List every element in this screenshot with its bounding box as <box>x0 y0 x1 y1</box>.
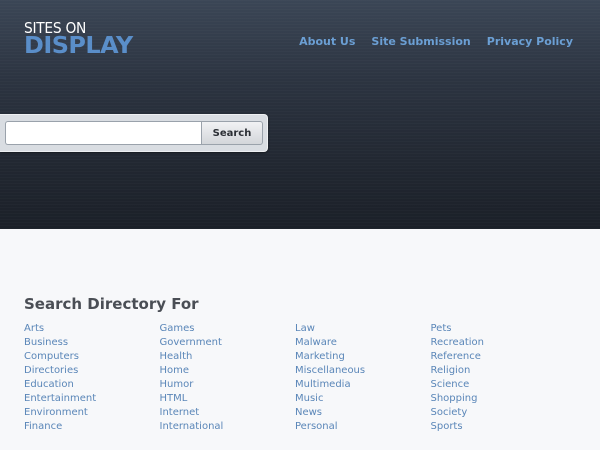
category-link[interactable]: Games <box>160 322 296 336</box>
directory-column-1: Arts Business Computers Directories Educ… <box>24 322 160 434</box>
category-link[interactable]: Malware <box>295 336 431 350</box>
category-link[interactable]: Home <box>160 364 296 378</box>
category-link[interactable]: Society <box>431 406 567 420</box>
category-link[interactable]: Health <box>160 350 296 364</box>
category-link[interactable]: International <box>160 420 296 434</box>
category-link[interactable]: HTML <box>160 392 296 406</box>
category-link[interactable]: Marketing <box>295 350 431 364</box>
category-link[interactable]: Government <box>160 336 296 350</box>
search-form: Search <box>0 114 268 152</box>
nav-link-about-us[interactable]: About Us <box>299 35 355 48</box>
category-link[interactable]: Music <box>295 392 431 406</box>
category-link[interactable]: Finance <box>24 420 160 434</box>
top-nav: About Us Site Submission Privacy Policy <box>299 35 573 48</box>
category-link[interactable]: Internet <box>160 406 296 420</box>
directory-column-2: Games Government Health Home Humor HTML … <box>160 322 296 434</box>
directory-column-4: Pets Recreation Reference Religion Scien… <box>431 322 567 434</box>
category-link[interactable]: Humor <box>160 378 296 392</box>
directory-columns: Arts Business Computers Directories Educ… <box>24 322 584 434</box>
category-link[interactable]: Shopping <box>431 392 567 406</box>
nav-link-privacy-policy[interactable]: Privacy Policy <box>487 35 573 48</box>
category-link[interactable]: Education <box>24 378 160 392</box>
category-link[interactable]: Sports <box>431 420 567 434</box>
search-button[interactable]: Search <box>201 121 263 145</box>
nav-link-site-submission[interactable]: Site Submission <box>371 35 470 48</box>
site-logo[interactable]: SITES ON DISPLAY <box>24 20 194 60</box>
category-link[interactable]: Multimedia <box>295 378 431 392</box>
category-link[interactable]: News <box>295 406 431 420</box>
category-link[interactable]: Law <box>295 322 431 336</box>
category-link[interactable]: Business <box>24 336 160 350</box>
category-link[interactable]: Directories <box>24 364 160 378</box>
category-link[interactable]: Reference <box>431 350 567 364</box>
category-link[interactable]: Miscellaneous <box>295 364 431 378</box>
category-link[interactable]: Pets <box>431 322 567 336</box>
directory-title: Search Directory For <box>24 295 199 313</box>
logo-text-bottom: DISPLAY <box>24 33 133 59</box>
search-input[interactable] <box>5 121 201 145</box>
category-link[interactable]: Computers <box>24 350 160 364</box>
category-link[interactable]: Personal <box>295 420 431 434</box>
directory-column-3: Law Malware Marketing Miscellaneous Mult… <box>295 322 431 434</box>
category-link[interactable]: Religion <box>431 364 567 378</box>
header-banner: SITES ON DISPLAY About Us Site Submissio… <box>0 0 600 229</box>
directory-section: Search Directory For Arts Business Compu… <box>24 294 584 434</box>
category-link[interactable]: Entertainment <box>24 392 160 406</box>
category-link[interactable]: Recreation <box>431 336 567 350</box>
category-link[interactable]: Arts <box>24 322 160 336</box>
category-link[interactable]: Science <box>431 378 567 392</box>
category-link[interactable]: Environment <box>24 406 160 420</box>
